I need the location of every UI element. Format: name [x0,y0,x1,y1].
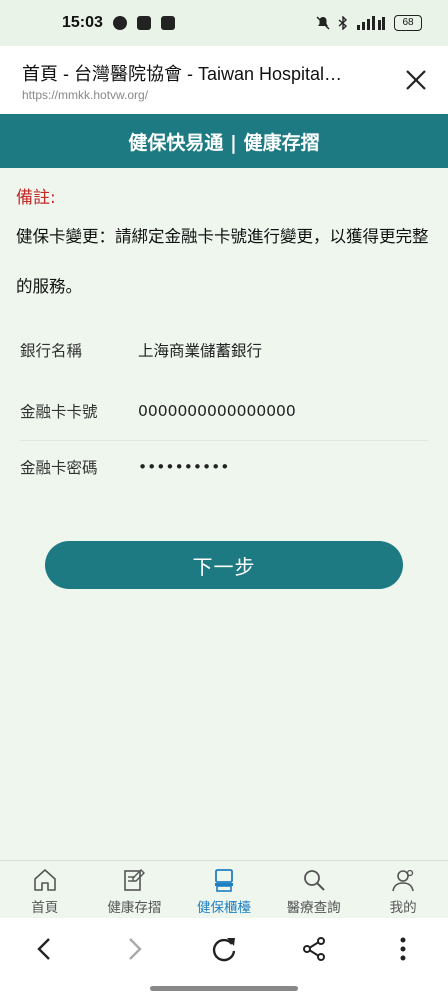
gesture-bar [0,980,448,1000]
reload-icon [212,938,236,962]
share-icon [302,937,325,961]
nav-item-home[interactable]: 首頁 [0,867,89,916]
browser-title-bar: 首頁 - 台灣醫院協會 - Taiwan Hospital… https://m… [0,46,448,114]
home-icon [33,869,56,891]
card-password-row: 金融卡密碼 •••••••••• [20,438,428,496]
note-body: 健保卡變更：請綁定金融卡卡號進行變更，以獲得更完整的服務。 [16,227,429,296]
card-password-label: 金融卡密碼 [20,459,98,477]
battery-indicator: 68 [394,15,422,31]
status-bar: 15:03 68 [0,0,448,46]
nav-label-medical-query: 醫療查詢 [286,900,341,916]
card-password-field[interactable]: •••••••••• [138,458,229,476]
chevron-left-icon [37,938,50,960]
forward-button[interactable] [114,929,154,969]
counter-icon [214,869,233,892]
profile-icon [392,869,414,892]
mute-icon [316,16,330,30]
share-button[interactable] [294,929,334,969]
browser-url[interactable]: https://mmkk.hotvw.org/ [22,88,388,102]
bluetooth-icon [338,16,348,30]
reload-button[interactable] [204,929,244,969]
back-button[interactable] [25,929,65,969]
home-gesture-pill[interactable] [150,986,298,991]
teams-notification-icon [136,16,151,30]
nav-label-health-passbook: 健康存摺 [107,900,162,916]
edit-note-icon [124,869,146,891]
search-icon [303,870,325,891]
chevron-right-icon [129,938,143,960]
page-header: 健保快易通 | 健康存摺 [0,114,448,168]
nav-item-medical-query[interactable]: 醫療查詢 [269,867,358,916]
card-number-field[interactable]: 0000000000000000 [138,402,296,420]
page-title: 健保快易通 | 健康存摺 [128,131,320,154]
bank-name-row: 銀行名稱 上海商業儲蓄銀行 [20,321,428,379]
status-time: 15:03 [62,14,103,31]
next-step-button[interactable]: 下一步 [45,541,403,589]
bank-name-value[interactable]: 上海商業儲蓄銀行 [138,339,262,361]
nav-item-nhi-counter[interactable]: 健保櫃檯 [179,867,268,916]
nav-item-my-account[interactable]: 我的 [359,867,448,916]
more-menu-button[interactable] [383,929,423,969]
nav-label-home: 首頁 [31,900,59,916]
nav-label-my-account: 我的 [389,900,417,916]
nav-item-health-passbook[interactable]: 健康存摺 [90,867,179,916]
close-button[interactable] [402,66,430,94]
browser-toolbar [0,918,448,980]
more-vertical-icon [400,937,406,961]
signal-icon [357,16,385,30]
browser-page-title: 首頁 - 台灣醫院協會 - Taiwan Hospital… [22,64,343,84]
main-content: 備註: 健保卡變更：請綁定金融卡卡號進行變更，以獲得更完整的服務。 銀行名稱 上… [0,168,448,860]
nav-label-nhi-counter: 健保櫃檯 [196,900,251,916]
chat-notification-icon [112,16,127,30]
bottom-nav: 首頁 健康存摺 健保櫃檯 醫療查詢 我的 [0,860,448,918]
app-notification-icon [160,16,175,30]
note-title: 備註: [16,188,56,208]
card-number-row: 金融卡卡號 0000000000000000 [20,382,428,440]
close-icon [406,70,426,90]
card-number-label: 金融卡卡號 [20,403,98,421]
bank-name-label: 銀行名稱 [20,342,83,360]
